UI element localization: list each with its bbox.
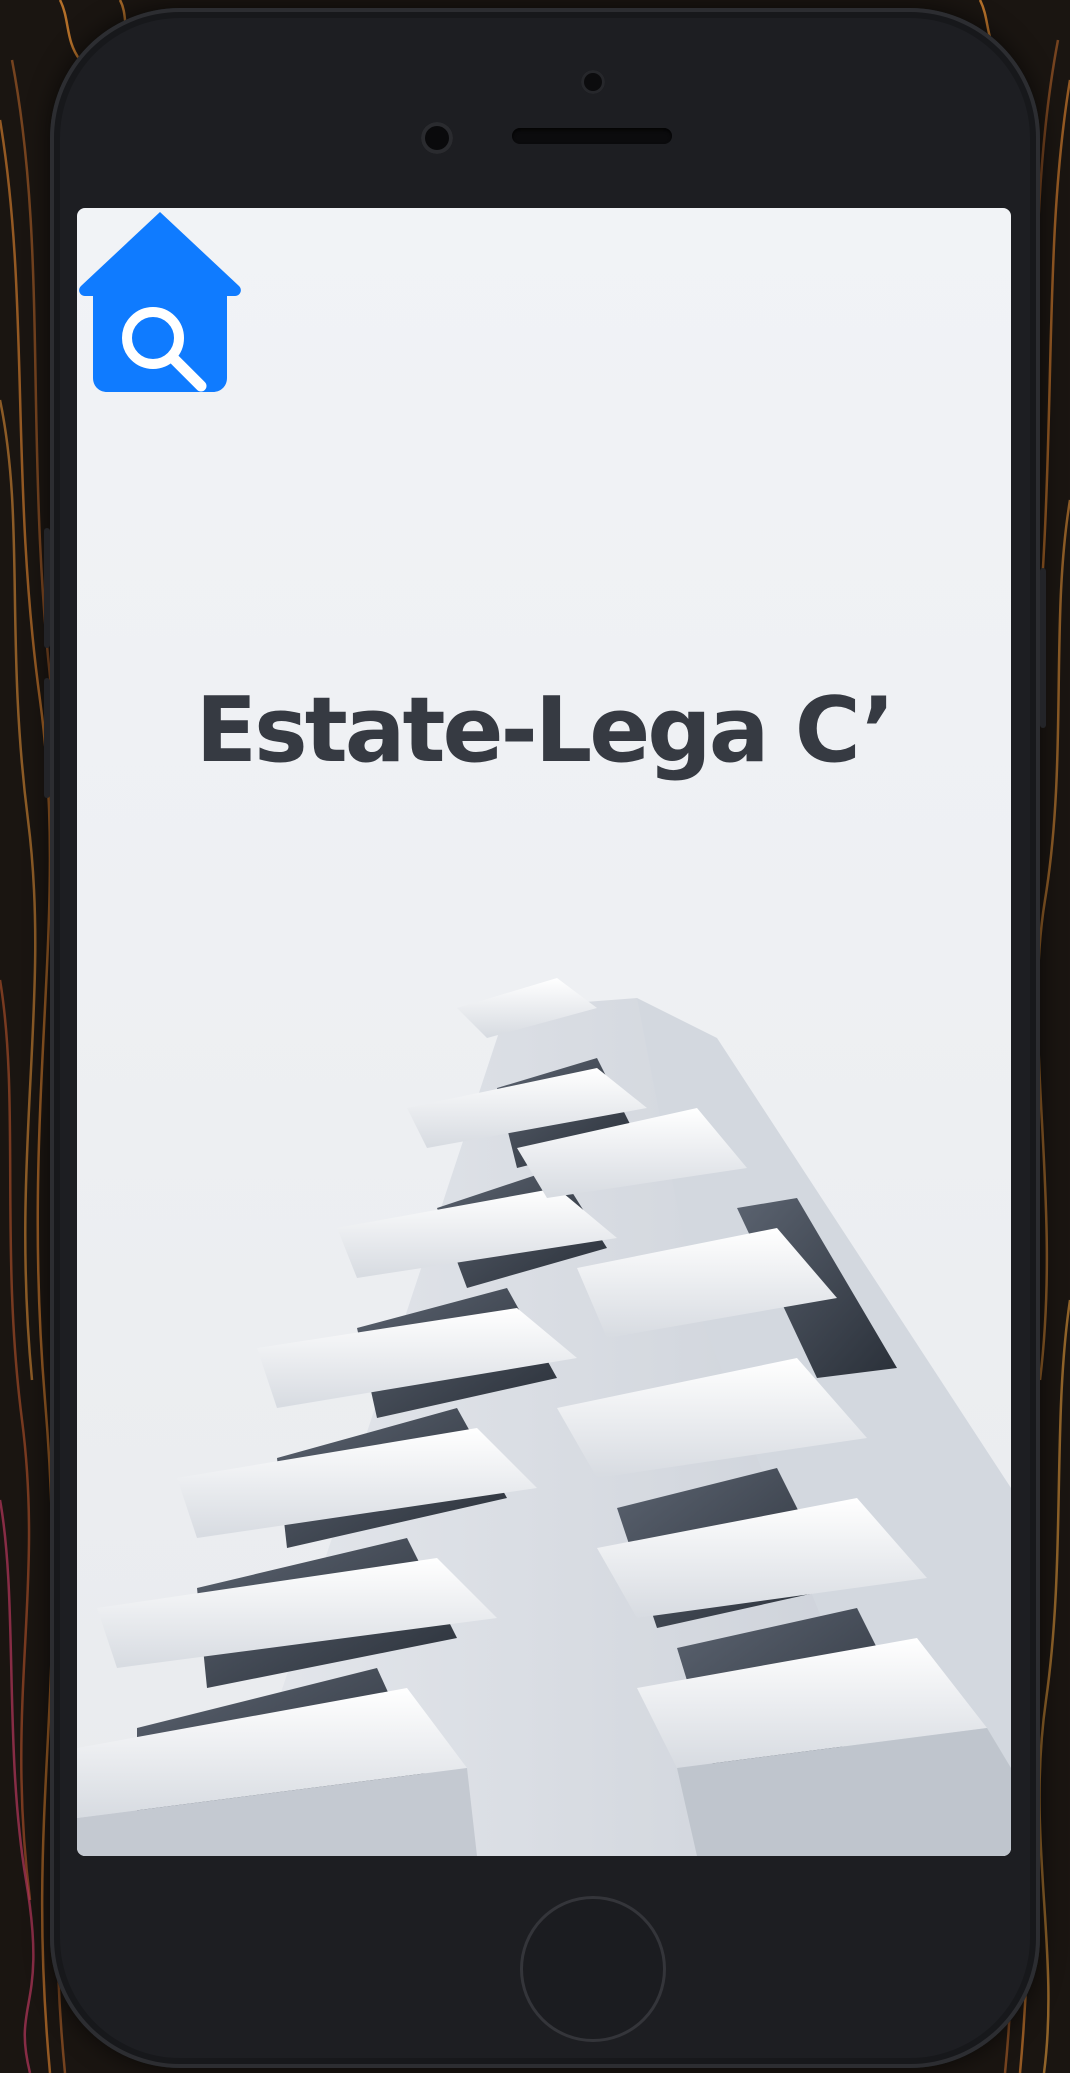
app-name: Estate-Lega C’ <box>195 678 896 783</box>
power-button <box>1040 568 1046 728</box>
house-search-icon <box>79 212 241 392</box>
proximity-sensor <box>581 70 605 94</box>
splash-screen: Estate-Lega C’ <box>77 208 1011 1856</box>
building-image <box>77 978 1011 1856</box>
front-camera <box>421 122 453 154</box>
home-button[interactable] <box>520 1896 666 2042</box>
volume-up-button <box>44 528 50 648</box>
earpiece-speaker <box>512 128 672 144</box>
volume-down-button <box>44 678 50 798</box>
